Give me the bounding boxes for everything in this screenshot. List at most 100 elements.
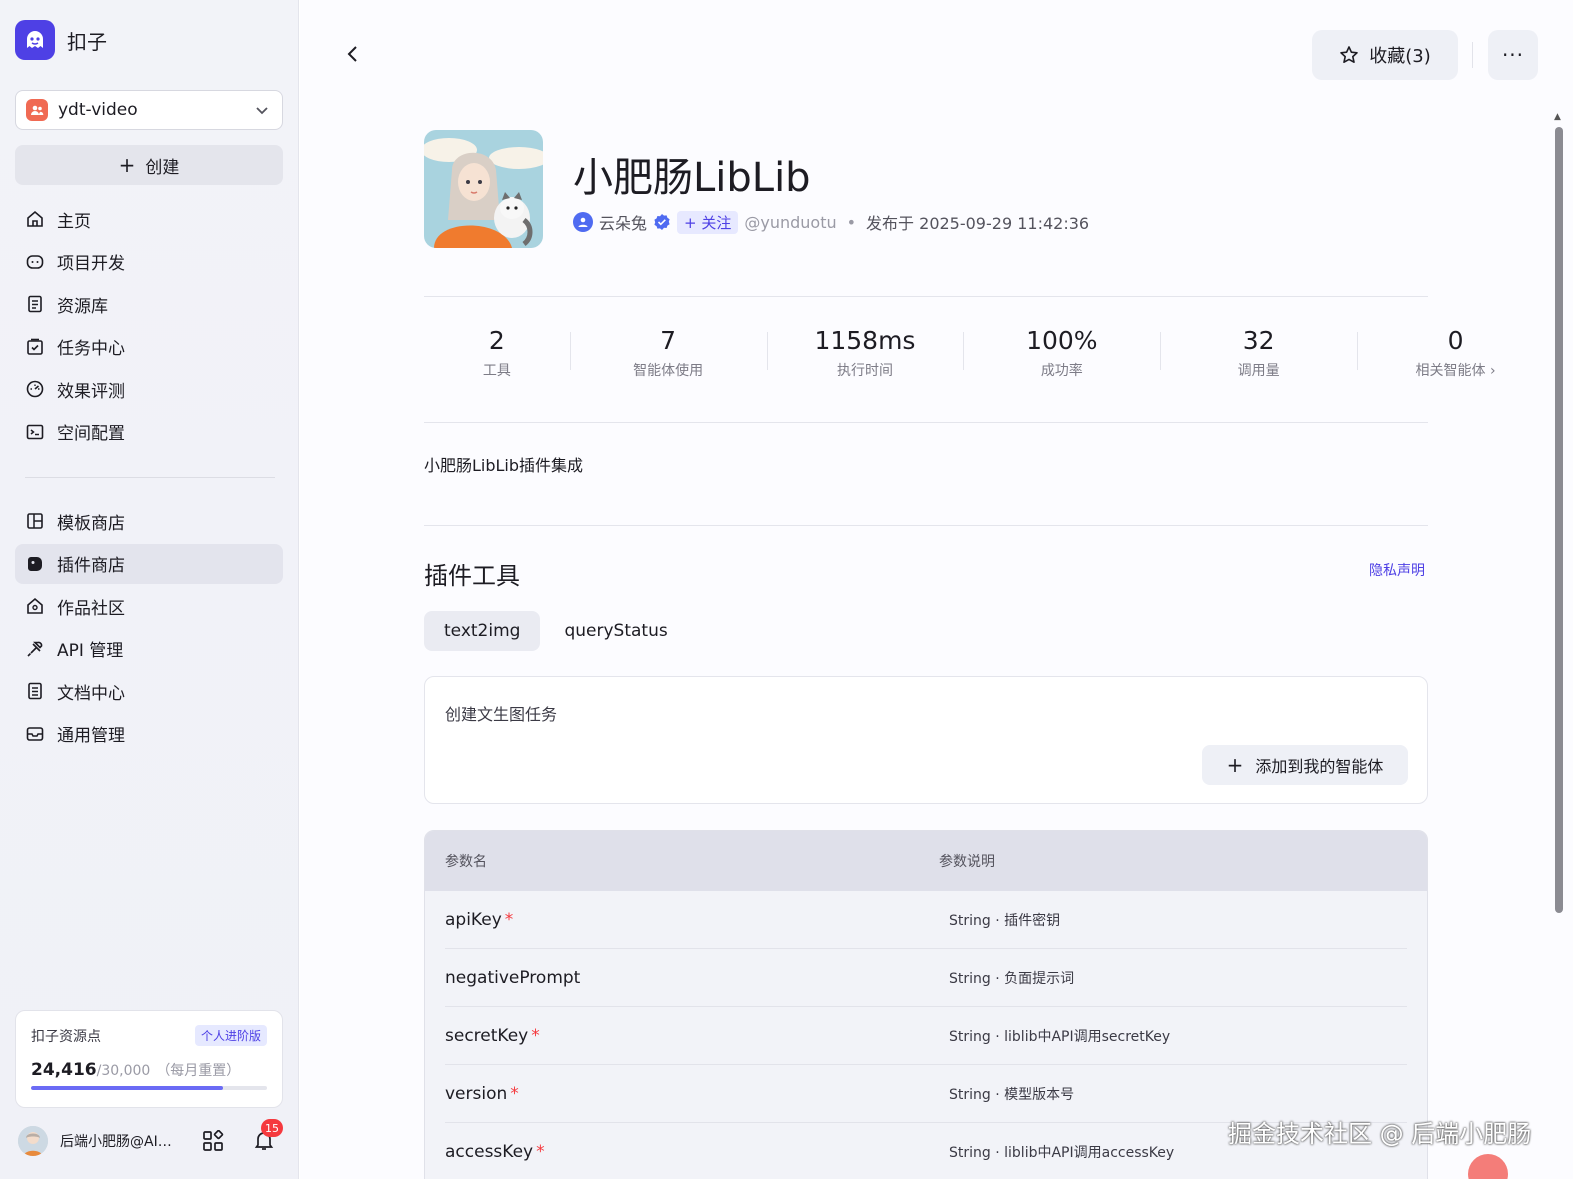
api-icon <box>27 641 43 657</box>
sidebar-item-space-config[interactable]: 空间配置 <box>15 412 283 452</box>
sidebar-item-label: 模板商店 <box>57 513 125 534</box>
divider <box>424 422 1428 423</box>
floating-assistant-button[interactable] <box>1468 1154 1508 1179</box>
verified-badge-icon <box>654 214 670 230</box>
param-name: version * <box>445 1084 949 1104</box>
credits-card[interactable]: 扣子资源点 个人进阶版 24,416/30,000 （每月重置） <box>15 1010 283 1108</box>
tool-tabs: text2img queryStatus <box>424 611 688 651</box>
sidebar-item-tasks[interactable]: 任务中心 <box>15 327 283 367</box>
add-to-agent-button[interactable]: + 添加到我的智能体 <box>1202 745 1408 785</box>
stat-value: 2 <box>488 326 505 355</box>
divider <box>424 296 1428 297</box>
param-name: secretKey * <box>445 1026 949 1046</box>
stat-success-rate: 100% 成功率 <box>963 318 1160 388</box>
brand[interactable]: 扣子 <box>15 20 107 60</box>
favorite-button[interactable]: 收藏(3) <box>1312 30 1458 80</box>
stat-value: 1158ms <box>814 326 916 355</box>
library-icon <box>28 295 42 313</box>
tab-text2img[interactable]: text2img <box>424 611 541 651</box>
param-desc: String · 负面提示词 <box>949 970 1075 987</box>
param-desc: String · 模型版本号 <box>949 1086 1075 1103</box>
meta-separator: • <box>846 212 857 232</box>
star-icon <box>1340 46 1359 63</box>
column-header-name: 参数名 <box>445 854 487 870</box>
sidebar-item-docs[interactable]: 文档中心 <box>15 671 283 711</box>
apps-grid-icon[interactable] <box>202 1130 224 1152</box>
param-desc: String · 插件密钥 <box>949 912 1061 929</box>
stat-label-text: 相关智能体 <box>1415 363 1486 379</box>
sidebar-item-label: 通用管理 <box>57 726 125 746</box>
stat-value: 100% <box>1026 326 1098 355</box>
credits-progress-fill <box>31 1086 224 1090</box>
plus-icon: + <box>1226 753 1244 777</box>
sidebar-item-evaluation[interactable]: 效果评测 <box>15 369 283 409</box>
param-name: negativePrompt <box>445 968 949 988</box>
stat-label: 智能体使用 <box>633 363 704 379</box>
chevron-right-icon: › <box>1489 363 1496 379</box>
tool-card: 创建文生图任务 + 添加到我的智能体 <box>424 676 1428 804</box>
tab-querystatus[interactable]: queryStatus <box>544 611 687 651</box>
home-icon <box>27 210 43 227</box>
sidebar-item-community[interactable]: 作品社区 <box>15 586 283 626</box>
sidebar-item-label: 资源库 <box>57 296 108 317</box>
sidebar-item-projects[interactable]: 项目开发 <box>15 242 283 282</box>
plugin-description: 小肥肠LibLib插件集成 <box>424 456 584 475</box>
brand-name: 扣子 <box>67 29 107 54</box>
param-name: apiKey * <box>445 910 949 930</box>
create-button[interactable]: + 创建 <box>15 145 283 185</box>
sidebar-item-label: 插件商店 <box>57 556 125 576</box>
table-row: apiKey * String · 插件密钥 <box>445 891 1407 949</box>
divider <box>424 525 1428 526</box>
stat-related-agents[interactable]: 0 相关智能体 › <box>1357 318 1554 388</box>
workspace-selector[interactable]: ydt-video <box>15 90 283 130</box>
sidebar-item-plugins[interactable]: 插件商店 <box>15 543 283 584</box>
param-name-text: negativePrompt <box>445 967 581 988</box>
param-name-text: accessKey <box>445 1141 534 1162</box>
param-name-text: secretKey <box>445 1025 529 1046</box>
privacy-link[interactable]: 隐私声明 <box>1369 560 1425 580</box>
sidebar-item-templates[interactable]: 模板商店 <box>15 501 283 541</box>
sidebar-item-label: 主页 <box>57 211 91 232</box>
scroll-up-arrow-icon[interactable]: ▲ <box>1554 112 1561 122</box>
sidebar-item-general[interactable]: 通用管理 <box>15 714 283 754</box>
stat-value: 32 <box>1242 326 1275 355</box>
stat-separator <box>1357 332 1359 370</box>
scrollbar[interactable] <box>1555 127 1563 913</box>
back-arrow-icon[interactable] <box>341 42 365 66</box>
params-header: 参数名 参数说明 <box>425 831 1427 891</box>
stat-label: 成功率 <box>1040 363 1083 379</box>
sidebar-item-library[interactable]: 资源库 <box>15 284 283 324</box>
sidebar-item-api[interactable]: API 管理 <box>15 629 283 669</box>
sidebar-item-label: 作品社区 <box>57 598 125 619</box>
author-handle: @yunduotu <box>744 212 837 232</box>
table-row: negativePrompt String · 负面提示词 <box>445 949 1407 1007</box>
template-icon <box>27 513 43 529</box>
plugin-title: 小肥肠LibLib <box>573 155 811 201</box>
stat-separator <box>766 332 768 370</box>
chevron-down-icon <box>256 107 268 115</box>
param-desc: String · liblib中API调用accessKey <box>949 1144 1175 1161</box>
nav-divider <box>25 477 275 478</box>
user-name[interactable]: 后端小肥肠@AI… <box>60 1131 180 1151</box>
plan-badge: 个人进阶版 <box>194 1025 267 1046</box>
stat-label: 工具 <box>482 363 511 379</box>
sidebar-item-label: API 管理 <box>57 641 124 661</box>
param-name-text: apiKey <box>445 909 502 930</box>
param-desc: String · liblib中API调用secretKey <box>949 1028 1171 1045</box>
sidebar-item-home[interactable]: 主页 <box>15 199 283 239</box>
credits-used: 24,416 <box>31 1060 97 1080</box>
user-avatar[interactable] <box>18 1126 48 1156</box>
required-marker: * <box>510 1083 519 1104</box>
robot-icon <box>26 254 44 269</box>
follow-button[interactable]: + 关注 <box>677 210 739 234</box>
more-button[interactable]: ··· <box>1488 30 1538 80</box>
community-icon <box>27 597 43 614</box>
param-name: accessKey * <box>445 1142 949 1162</box>
author-avatar-icon[interactable] <box>573 212 593 232</box>
user-row: 后端小肥肠@AI… 15 <box>18 1119 283 1160</box>
author-name[interactable]: 云朵兔 <box>599 210 647 234</box>
plugin-detail: 收藏(3) ··· ▲ 小肥肠LibLib 云朵兔 + 关注 @yunduotu… <box>300 0 1573 1179</box>
team-icon <box>26 99 48 121</box>
required-marker: * <box>504 909 514 930</box>
stat-exec-time: 1158ms 执行时间 <box>766 318 964 388</box>
